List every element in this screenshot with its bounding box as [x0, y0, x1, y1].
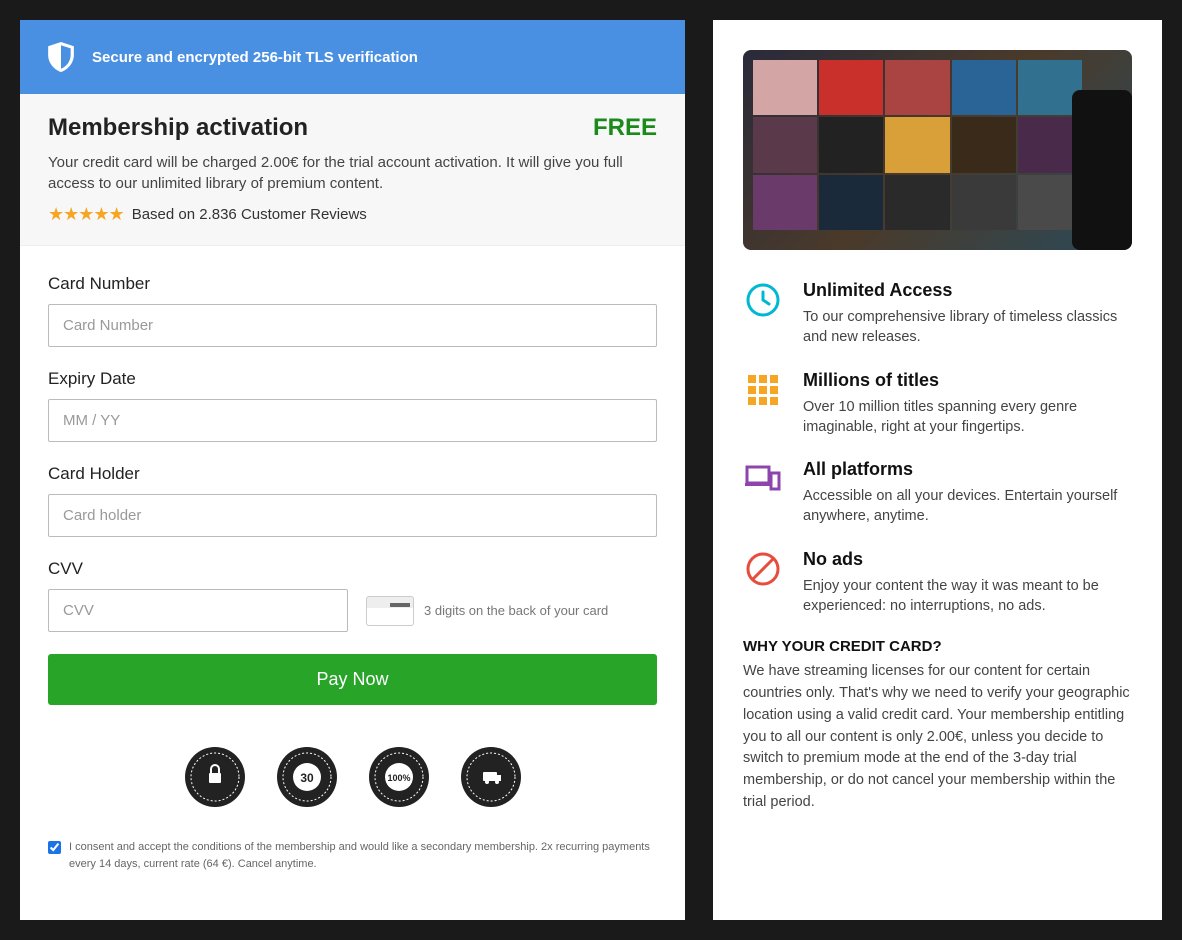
free-badge: FREE — [593, 114, 657, 142]
devices-hero-image — [743, 50, 1132, 250]
why-text: We have streaming licenses for our conte… — [743, 661, 1132, 813]
reviews-text: Based on 2.836 Customer Reviews — [132, 206, 367, 223]
devices-icon — [743, 459, 783, 499]
card-holder-input[interactable] — [48, 494, 657, 537]
card-holder-label: Card Holder — [48, 464, 657, 484]
feature-title: Millions of titles — [803, 370, 1132, 391]
expiry-label: Expiry Date — [48, 369, 657, 389]
payment-panel: Secure and encrypted 256-bit TLS verific… — [20, 20, 685, 920]
feature-title: Unlimited Access — [803, 280, 1132, 301]
why-title: WHY YOUR CREDIT CARD? — [743, 638, 1132, 655]
secure-banner-text: Secure and encrypted 256-bit TLS verific… — [92, 49, 418, 66]
feature-title: No ads — [803, 549, 1132, 570]
card-number-label: Card Number — [48, 274, 657, 294]
shield-icon — [48, 42, 74, 72]
feature-no-ads: No ads Enjoy your content the way it was… — [743, 549, 1132, 617]
activation-title: Membership activation — [48, 114, 308, 142]
easy-returns-badge-icon — [459, 745, 523, 809]
card-back-icon — [366, 596, 414, 626]
feature-millions-titles: Millions of titles Over 10 million title… — [743, 370, 1132, 438]
feature-desc: Over 10 million titles spanning every ge… — [803, 397, 1132, 438]
feature-all-platforms: All platforms Accessible on all your dev… — [743, 459, 1132, 527]
clock-icon — [743, 280, 783, 320]
satisfaction-badge-icon: 100% — [367, 745, 431, 809]
grid-icon — [743, 370, 783, 410]
svg-text:100%: 100% — [387, 773, 410, 783]
feature-desc: Enjoy your content the way it was meant … — [803, 576, 1132, 617]
payment-form: Card Number Expiry Date Card Holder CVV … — [20, 246, 685, 920]
consent-text: I consent and accept the conditions of t… — [69, 839, 657, 872]
pay-now-button[interactable]: Pay Now — [48, 654, 657, 705]
feature-title: All platforms — [803, 459, 1132, 480]
star-rating-icon: ★★★★★ — [48, 204, 124, 225]
cvv-input[interactable] — [48, 589, 348, 632]
reviews-row: ★★★★★ Based on 2.836 Customer Reviews — [48, 204, 657, 225]
why-credit-card-section: WHY YOUR CREDIT CARD? We have streaming … — [743, 638, 1132, 813]
cvv-hint-text: 3 digits on the back of your card — [424, 603, 608, 618]
charge-description: Your credit card will be charged 2.00€ f… — [48, 152, 657, 194]
feature-unlimited-access: Unlimited Access To our comprehensive li… — [743, 280, 1132, 348]
card-number-input[interactable] — [48, 304, 657, 347]
feature-desc: Accessible on all your devices. Entertai… — [803, 486, 1132, 527]
trust-badges: 30 100% — [48, 745, 657, 809]
expiry-input[interactable] — [48, 399, 657, 442]
consent-checkbox[interactable] — [48, 841, 61, 854]
money-back-badge-icon: 30 — [275, 745, 339, 809]
activation-header: Membership activation FREE Your credit c… — [20, 94, 685, 246]
feature-desc: To our comprehensive library of timeless… — [803, 307, 1132, 348]
svg-text:30: 30 — [300, 771, 314, 785]
no-ads-icon — [743, 549, 783, 589]
secure-banner: Secure and encrypted 256-bit TLS verific… — [20, 20, 685, 94]
cvv-label: CVV — [48, 559, 657, 579]
secure-ordering-badge-icon — [183, 745, 247, 809]
consent-row: I consent and accept the conditions of t… — [48, 839, 657, 892]
cvv-hint: 3 digits on the back of your card — [366, 596, 608, 626]
features-panel: Unlimited Access To our comprehensive li… — [713, 20, 1162, 920]
